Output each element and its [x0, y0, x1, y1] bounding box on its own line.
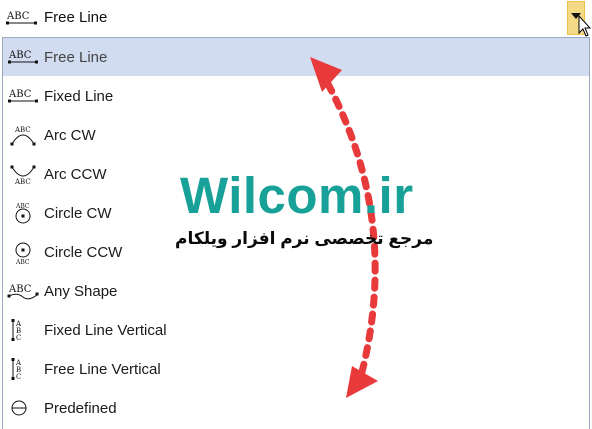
list-item-fixed-line-vertical[interactable]: A B C Fixed Line Vertical: [3, 311, 589, 349]
abc-fixed-line-icon: ABC: [8, 89, 38, 103]
list-item-label: Arc CCW: [44, 166, 107, 183]
list-item-label: Free Line: [44, 49, 108, 66]
list-item-label: Fixed Line Vertical: [44, 322, 167, 339]
abc-free-vertical-icon: A B C: [11, 358, 22, 381]
abc-free-line-icon: ABC: [8, 50, 38, 64]
list-item-predefined[interactable]: Predefined: [3, 389, 589, 427]
lettering-baseline-combo[interactable]: ABC Free Line: [0, 0, 592, 37]
abc-circle-ccw-icon: ABC: [15, 242, 31, 265]
watermark-subtitle: مرجع تخصصی نرم افزار ویلکام: [175, 229, 434, 248]
abc-any-shape-icon: ABC: [7, 284, 39, 300]
selected-value: Free Line: [44, 9, 108, 26]
abc-fixed-vertical-icon: A B C: [11, 319, 22, 342]
list-item-free-line[interactable]: ABC Free Line: [3, 38, 589, 76]
predefined-circle-icon: [11, 400, 27, 416]
list-item-label: Fixed Line: [44, 88, 114, 105]
svg-text:C: C: [16, 334, 21, 342]
abc-free-line-icon: ABC: [6, 11, 37, 25]
abc-arc-ccw-icon: ABC: [10, 165, 36, 186]
list-item-label: Any Shape: [44, 283, 118, 300]
svg-text:ABC: ABC: [14, 178, 31, 186]
svg-text:ABC: ABC: [15, 259, 30, 265]
svg-text:ABC: ABC: [8, 89, 32, 100]
svg-text:ABC: ABC: [14, 126, 31, 134]
svg-text:ABC: ABC: [8, 284, 32, 295]
list-item-fixed-line[interactable]: ABC Fixed Line: [3, 77, 589, 115]
list-item-label: Arc CW: [44, 127, 96, 144]
svg-text:C: C: [16, 373, 21, 381]
list-item-label: Free Line Vertical: [44, 361, 161, 378]
list-item-label: Circle CW: [44, 205, 112, 222]
list-item-label: Predefined: [44, 400, 117, 417]
watermark-brand: Wilcom.ir: [180, 167, 414, 224]
list-item-label: Circle CCW: [44, 244, 123, 261]
list-item-free-line-vertical[interactable]: A B C Free Line Vertical: [3, 350, 589, 388]
svg-text:ABC: ABC: [8, 50, 32, 61]
list-item-any-shape[interactable]: ABC Any Shape: [3, 272, 589, 310]
list-item-arc-cw[interactable]: ABC Arc CW: [3, 116, 589, 154]
mouse-cursor-icon: [578, 15, 592, 37]
abc-circle-cw-icon: ABC: [15, 203, 31, 224]
abc-arc-cw-icon: ABC: [10, 126, 36, 146]
svg-text:ABC: ABC: [6, 11, 30, 22]
